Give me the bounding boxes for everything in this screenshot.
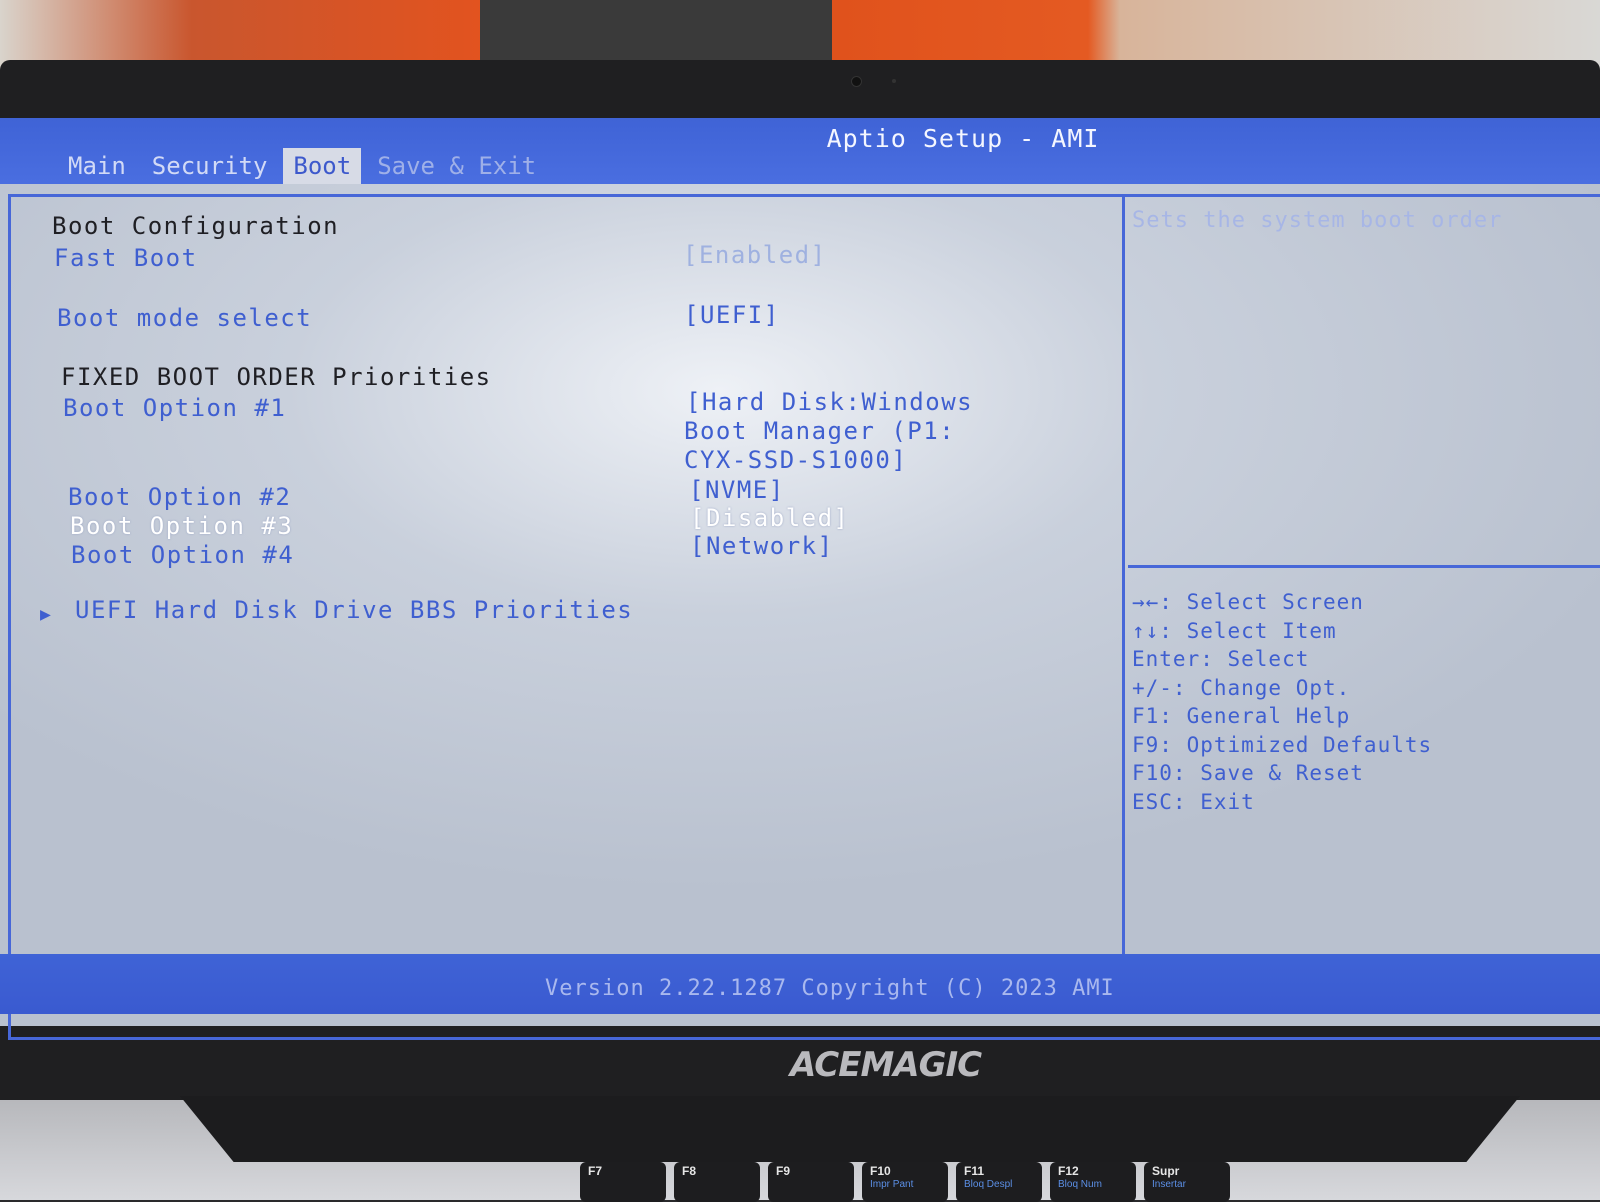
bios-footer: Version 2.22.1287 Copyright (C) 2023 AMI <box>0 954 1600 1014</box>
keyboard-key-f7[interactable]: F7 <box>580 1162 666 1202</box>
submenu-arrow-icon: ▶ <box>40 604 53 625</box>
keyboard-key-f12[interactable]: F12 Bloq Num <box>1050 1162 1136 1202</box>
tab-bar: Main Security Boot Save & Exit <box>58 148 552 184</box>
key-legend: →←: Select Screen ↑↓: Select Item Enter:… <box>1132 588 1432 816</box>
keyboard-key-f10[interactable]: F10 Impr Pant <box>862 1162 948 1202</box>
panel-divider-vertical <box>1122 194 1125 958</box>
key-hint: F10: Save & Reset <box>1132 761 1364 785</box>
version-copyright: Version 2.22.1287 Copyright (C) 2023 AMI <box>545 976 1115 1001</box>
keyboard-key-f11[interactable]: F11 Bloq Despl <box>956 1162 1042 1202</box>
boot-option-1-label[interactable]: Boot Option #1 <box>63 394 286 422</box>
tab-boot[interactable]: Boot <box>283 148 362 184</box>
fixed-boot-order-heading: FIXED BOOT ORDER Priorities <box>61 363 492 391</box>
tab-security[interactable]: Security <box>142 148 278 184</box>
boot-option-1-value-line2[interactable]: Boot Manager (P1: <box>684 417 955 445</box>
bios-titlebar: Aptio Setup - AMI Main Security Boot Sav… <box>0 118 1600 184</box>
key-hint: Enter: Select <box>1132 647 1310 671</box>
laptop-hinge <box>180 1096 1520 1162</box>
key-hint: ESC: Exit <box>1132 789 1255 814</box>
key-hint: →←: Select Screen <box>1132 590 1364 614</box>
boot-option-3-value[interactable]: [Disabled] <box>690 504 850 532</box>
key-hint: F1: General Help <box>1132 704 1351 728</box>
webcam-led-icon <box>892 79 896 83</box>
keyboard-key-supr[interactable]: Supr Insertar <box>1144 1162 1230 1202</box>
boot-option-4-value[interactable]: [Network] <box>690 532 834 560</box>
boot-option-1-value-line1[interactable]: [Hard Disk:Windows <box>686 388 973 416</box>
boot-option-1-value-line3[interactable]: CYX-SSD-S1000] <box>684 446 907 474</box>
function-key-row: F7 F8 F9 F10 Impr Pant F11 Bloq Despl F12 B… <box>580 1162 1230 1202</box>
bios-screen: Aptio Setup - AMI Main Security Boot Sav… <box>0 118 1600 1040</box>
boot-mode-label[interactable]: Boot mode select <box>57 304 312 332</box>
help-description: Sets the system boot order <box>1132 208 1503 233</box>
brand-logo: ACEMAGIC <box>790 1045 982 1085</box>
fast-boot-value[interactable]: [Enabled] <box>683 241 827 269</box>
uefi-bbs-priorities-link[interactable]: UEFI Hard Disk Drive BBS Priorities <box>75 596 633 624</box>
panel-divider-horizontal <box>1128 565 1600 568</box>
boot-option-4-label[interactable]: Boot Option #4 <box>71 541 294 569</box>
key-hint: F9: Optimized Defaults <box>1132 732 1433 757</box>
key-hint: ↑↓: Select Item <box>1132 618 1337 643</box>
tab-main[interactable]: Main <box>58 148 136 184</box>
fast-boot-label[interactable]: Fast Boot <box>54 244 198 272</box>
tab-save-exit[interactable]: Save & Exit <box>367 148 546 184</box>
boot-mode-value[interactable]: [UEFI] <box>684 301 780 329</box>
boot-option-3-label[interactable]: Boot Option #3 <box>70 512 293 540</box>
webcam-icon <box>851 76 862 87</box>
boot-configuration-heading: Boot Configuration <box>52 212 340 240</box>
boot-option-2-value[interactable]: [NVME] <box>689 476 785 504</box>
key-hint: +/-: Change Opt. <box>1132 675 1351 700</box>
boot-option-2-label[interactable]: Boot Option #2 <box>68 483 291 511</box>
keyboard-key-f8[interactable]: F8 <box>674 1162 760 1202</box>
keyboard-key-f9[interactable]: F9 <box>768 1162 854 1202</box>
